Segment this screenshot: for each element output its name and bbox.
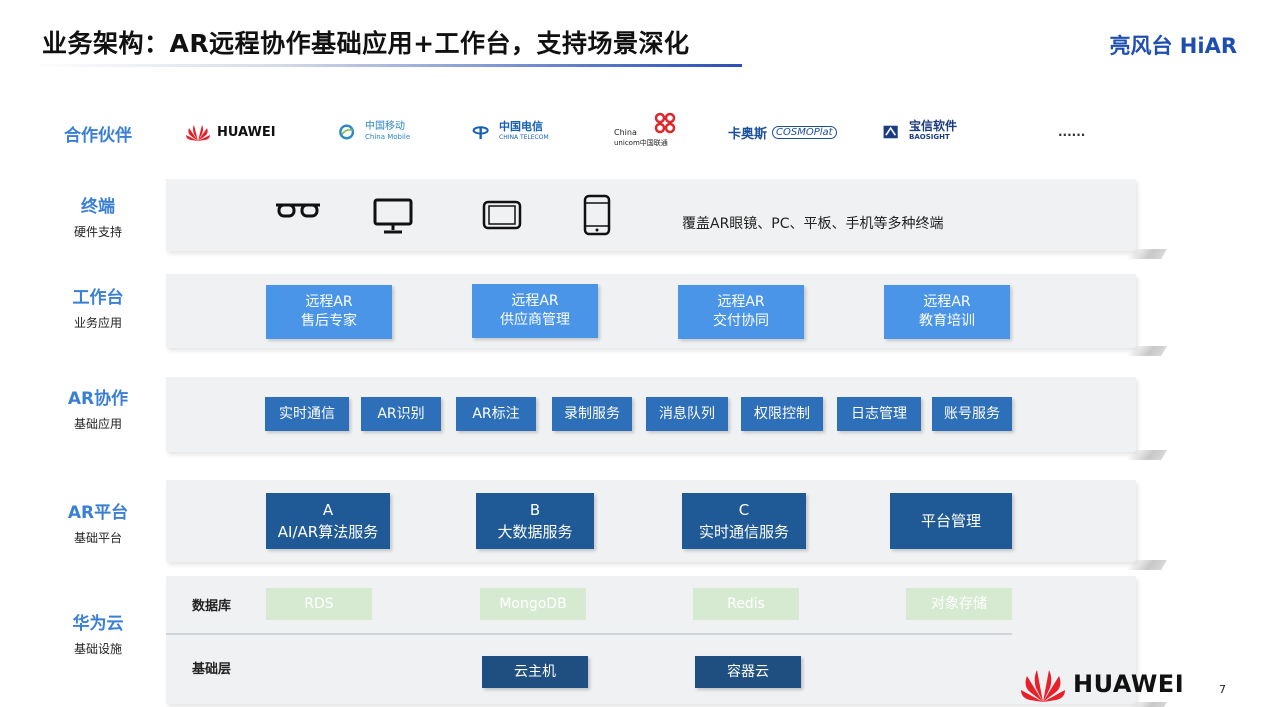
terminal-description: 覆盖AR眼镜、PC、平板、手机等多种终端: [682, 216, 944, 232]
workbench-band: 远程AR 售后专家 远程AR 供应商管理 远程AR 交付协同 远程AR 教育培训: [166, 274, 1136, 348]
ar-platform-label: AR平台: [67, 503, 129, 523]
workbench-item-after-sales-expert[interactable]: 远程AR 售后专家: [266, 285, 392, 339]
ar-collab-label: AR协作: [67, 389, 129, 409]
row-label-huawei-cloud: 华为云 基础设施: [40, 609, 156, 657]
china-unicom-knot-icon: [654, 112, 676, 134]
partner-china-unicom-logo: China unicom中国联通: [614, 110, 679, 154]
huawei-cloud-band: 数据库 RDS MongoDB Redis 对象存储 基础层 云主机 容器云: [166, 576, 1136, 704]
platform-item-ai-ar-algorithm[interactable]: A AI/AR算法服务: [266, 493, 390, 549]
db-item-object-storage[interactable]: 对象存储: [906, 588, 1012, 620]
partner-cosmoplat-en: COSMOPlat: [772, 125, 837, 139]
platform-item-platform-management[interactable]: 平台管理: [890, 493, 1012, 549]
ar-collab-sublabel: 基础应用: [73, 417, 122, 431]
collab-item-ar-annotation[interactable]: AR标注: [456, 397, 536, 431]
terminal-sublabel: 硬件支持: [73, 225, 122, 239]
workbench-item-subtitle: 供应商管理: [500, 312, 570, 328]
partner-china-telecom-name: 中国电信: [499, 120, 543, 133]
workbench-item-title: 远程AR: [923, 294, 971, 310]
partner-baosight-en: BAOSIGHT: [909, 133, 950, 141]
workbench-item-title: 远程AR: [717, 294, 765, 310]
workbench-item-delivery-collaboration[interactable]: 远程AR 交付协同: [678, 285, 804, 339]
title-underline: [28, 64, 742, 67]
glasses-icon: [276, 203, 320, 218]
terminal-band: 覆盖AR眼镜、PC、平板、手机等多种终端: [166, 179, 1136, 251]
platform-item-name: 平台管理: [920, 512, 981, 530]
partner-logos: HUAWEI 中国移动 China Mobile 中国电信 CHINA TELE…: [180, 110, 1110, 154]
collab-item-log-management[interactable]: 日志管理: [837, 397, 921, 431]
workbench-item-supplier-management[interactable]: 远程AR 供应商管理: [472, 284, 598, 338]
base-layer-label: 基础层: [192, 662, 232, 677]
workbench-sublabel: 业务应用: [73, 316, 122, 330]
partner-cosmoplat-name: 卡奥斯: [728, 126, 768, 142]
partner-china-telecom-logo: 中国电信 CHINA TELECOM: [472, 110, 549, 154]
partner-cosmoplat-logo: 卡奥斯 COSMOPlat: [728, 110, 837, 154]
terminal-label: 终端: [81, 197, 115, 217]
partner-more: ......: [1058, 110, 1085, 154]
page-title: 业务架构：AR远程协作基础应用+工作台，支持场景深化: [42, 29, 690, 58]
platform-item-big-data[interactable]: B 大数据服务: [476, 493, 594, 549]
ar-platform-sublabel: 基础平台: [73, 531, 122, 545]
collab-item-message-queue[interactable]: 消息队列: [646, 397, 728, 431]
workbench-label: 工作台: [72, 288, 124, 308]
workbench-item-subtitle: 教育培训: [919, 313, 975, 329]
tablet-icon: [482, 200, 522, 230]
platform-item-letter: B: [529, 501, 541, 519]
workbench-item-subtitle: 交付协同: [713, 313, 769, 329]
huawei-flower-icon: [1021, 670, 1065, 702]
row-label-terminal: 终端 硬件支持: [40, 192, 156, 240]
collab-item-account-service[interactable]: 账号服务: [932, 397, 1012, 431]
cloud-divider: [166, 633, 1012, 635]
partners-label: 合作伙伴: [64, 126, 132, 146]
partner-baosight-logo: 宝信软件 BAOSIGHT: [882, 110, 957, 154]
china-telecom-icon: [472, 126, 489, 140]
partner-more-ellipsis: ......: [1058, 125, 1086, 139]
phone-icon: [583, 194, 611, 236]
platform-item-name: AI/AR算法服务: [277, 523, 379, 541]
workbench-item-education-training[interactable]: 远程AR 教育培训: [884, 285, 1010, 339]
platform-item-name: 实时通信服务: [698, 523, 789, 541]
database-label: 数据库: [192, 599, 232, 614]
workbench-item-subtitle: 售后专家: [301, 313, 357, 329]
platform-item-letter: C: [738, 501, 750, 519]
platform-item-letter: A: [322, 501, 334, 519]
db-item-redis[interactable]: Redis: [693, 588, 799, 620]
page-number: 7: [1219, 683, 1226, 696]
collab-item-recording-service[interactable]: 录制服务: [552, 397, 632, 431]
partner-huawei-name: HUAWEI: [217, 124, 276, 140]
partner-china-mobile-logo: 中国移动 China Mobile: [338, 110, 410, 154]
row-label-workbench: 工作台 业务应用: [40, 283, 156, 331]
monitor-icon: [373, 198, 413, 234]
huawei-cloud-sublabel: 基础设施: [73, 642, 122, 656]
partner-baosight-name: 宝信软件: [909, 119, 958, 133]
collab-item-permission-control[interactable]: 权限控制: [741, 397, 823, 431]
workbench-item-title: 远程AR: [511, 293, 559, 309]
ar-collab-band: 实时通信 AR识别 AR标注 录制服务 消息队列 权限控制 日志管理 账号服务: [166, 377, 1136, 452]
platform-item-name: 大数据服务: [497, 523, 573, 541]
partner-huawei-logo: HUAWEI: [184, 110, 276, 154]
base-item-container-cloud[interactable]: 容器云: [695, 656, 801, 688]
partner-china-mobile-en: China Mobile: [365, 133, 411, 141]
collab-item-ar-recognition[interactable]: AR识别: [361, 397, 441, 431]
row-label-ar-collab: AR协作 基础应用: [40, 384, 156, 432]
huawei-cloud-label: 华为云: [72, 614, 124, 634]
db-item-rds[interactable]: RDS: [266, 588, 372, 620]
workbench-item-title: 远程AR: [305, 294, 353, 310]
base-item-cloud-host[interactable]: 云主机: [482, 656, 588, 688]
footer-huawei-wordmark: HUAWEI: [1073, 670, 1185, 698]
brand-logo: 亮风台 HiAR: [1109, 34, 1237, 58]
china-mobile-icon: [339, 124, 355, 140]
partner-china-telecom-en: CHINA TELECOM: [499, 134, 549, 141]
huawei-flower-icon: [186, 125, 210, 141]
row-label-ar-platform: AR平台 基础平台: [40, 498, 156, 546]
partner-china-mobile-name: 中国移动: [365, 121, 405, 132]
partner-china-unicom-en: unicom中国联通: [614, 139, 668, 147]
ar-platform-band: A AI/AR算法服务 B 大数据服务 C 实时通信服务 平台管理: [166, 480, 1136, 562]
footer-huawei-logo: HUAWEI: [1019, 664, 1184, 704]
collab-item-realtime-comm[interactable]: 实时通信: [265, 397, 349, 431]
platform-item-realtime-comm-service[interactable]: C 实时通信服务: [682, 493, 806, 549]
db-item-mongodb[interactable]: MongoDB: [480, 588, 586, 620]
baosight-icon: [883, 125, 898, 139]
row-label-partners: 合作伙伴: [40, 121, 156, 146]
